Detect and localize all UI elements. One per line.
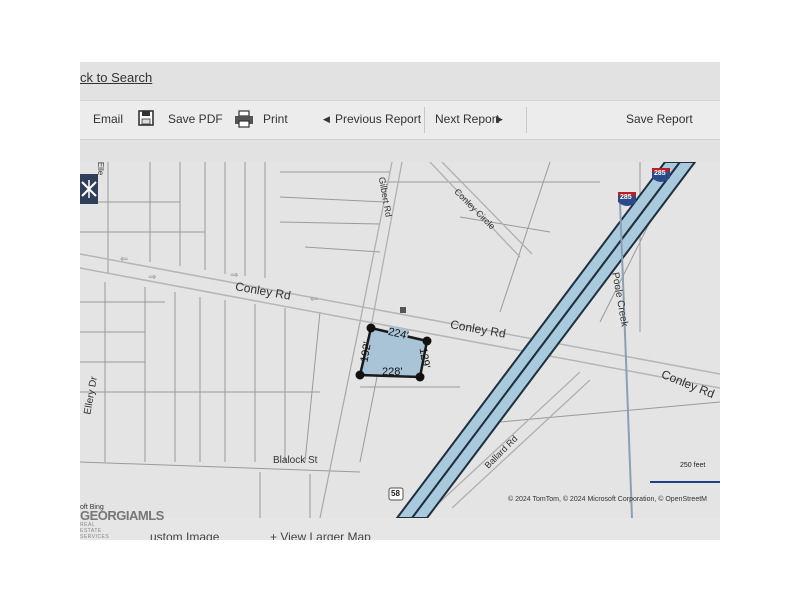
previous-report-button[interactable]: Previous Report <box>335 112 421 126</box>
view-larger-map-link[interactable]: + View Larger Map <box>270 530 371 540</box>
report-screen: ck to Search Email Save PDF Print ◀ Prev… <box>80 62 720 540</box>
map-footer: GEORGIAMLS REAL ESTATE SERVICES ustom Im… <box>80 508 720 540</box>
road-label: Blalock St <box>273 455 318 466</box>
save-report-button[interactable]: Save Report <box>626 112 693 126</box>
next-report-button[interactable]: Next Report <box>435 112 499 126</box>
toolbar-divider <box>526 107 527 133</box>
save-icon[interactable] <box>138 110 154 131</box>
parcel-dimension-bottom: 228' <box>382 366 403 378</box>
shield-number: 58 <box>391 489 400 498</box>
printer-icon[interactable] <box>234 110 254 133</box>
scale-label: 250 feet <box>680 462 706 469</box>
back-to-search-link[interactable]: ck to Search <box>80 70 152 85</box>
flag-icon[interactable] <box>80 174 98 204</box>
logo-text: GEORGIAMLS <box>80 508 164 523</box>
custom-image-link[interactable]: ustom Image <box>150 530 219 540</box>
svg-text:⇐: ⇐ <box>310 294 318 305</box>
report-toolbar: Email Save PDF Print ◀ Previous Report N… <box>80 100 720 140</box>
print-button[interactable]: Print <box>263 112 288 126</box>
interstate-285 <box>395 162 697 518</box>
parcel-map[interactable]: ⇐ ⇒ ⇒ ⇐ Conley Rd Conley Rd Conley Rd Gilb… <box>80 162 720 518</box>
svg-text:⇐: ⇐ <box>120 254 128 265</box>
map-attribution: © 2024 TomTom, © 2024 Microsoft Corporat… <box>508 496 707 503</box>
email-button[interactable]: Email <box>93 112 123 126</box>
triangle-left-icon: ◀ <box>323 114 330 124</box>
logo-subtext: REAL ESTATE SERVICES <box>80 522 110 540</box>
svg-text:⇒: ⇒ <box>148 272 156 283</box>
shield-number: 285 <box>654 170 666 177</box>
save-pdf-button[interactable]: Save PDF <box>168 112 223 126</box>
toolbar-divider <box>424 107 425 133</box>
poi-marker <box>400 307 406 313</box>
side-road <box>319 321 361 518</box>
triangle-right-icon: ▶ <box>496 114 503 124</box>
shield-number: 285 <box>620 194 632 201</box>
